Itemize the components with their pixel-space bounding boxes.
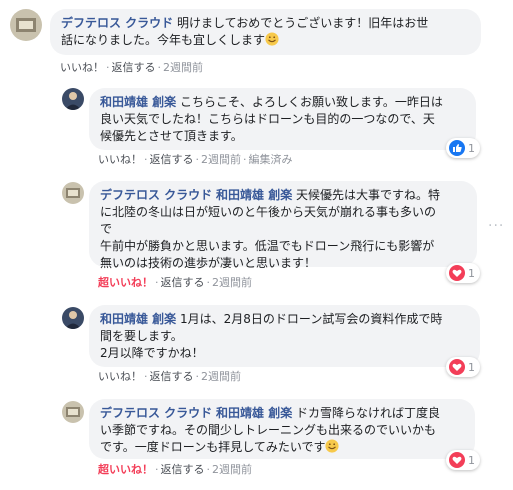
comment-actions: 超いいね！ · 返信する · 2週間前 xyxy=(98,463,252,476)
mention-link[interactable]: 和田靖雄 創楽 xyxy=(216,406,292,420)
comment-text: こちらこそ、よろしくお願い致します。一昨日は xyxy=(180,95,443,109)
comment-text: 間を要します。 xyxy=(100,329,183,343)
comment-text: 無いのは技術の進歩が凄いと思います！ xyxy=(100,256,317,270)
smile-emoji-icon xyxy=(325,439,340,453)
comment-actions: 超いいね！ · 返信する · 2週間前 xyxy=(98,276,252,289)
comment-text: い季節ですね。その間少しトレーニングも出来るのでいいかも xyxy=(100,423,437,437)
love-icon xyxy=(449,265,465,281)
like-button[interactable]: いいね！ xyxy=(98,370,142,383)
smile-emoji-icon xyxy=(265,32,279,46)
avatar-wada[interactable] xyxy=(62,307,84,329)
reaction-count: 1 xyxy=(468,360,475,374)
reply-button[interactable]: 返信する xyxy=(150,370,194,383)
reaction-count: 1 xyxy=(468,266,475,280)
more-options-icon[interactable]: ··· xyxy=(488,218,504,234)
love-button[interactable]: 超いいね！ xyxy=(98,276,153,289)
comment-bubble: デフテロス クラウド 和田靖雄 創楽 天候優先は大事ですね。特 に北陸の冬山は日… xyxy=(89,181,477,270)
comment-text: 2月以降ですかね！ xyxy=(100,346,204,360)
timestamp[interactable]: 2週間前 xyxy=(201,370,241,383)
comment-bubble: デフテロス クラウド 明けましておめでとうございます！旧年はお世 話になりました… xyxy=(50,9,481,55)
avatar-deuteros[interactable] xyxy=(62,182,84,204)
love-button[interactable]: 超いいね！ xyxy=(98,463,153,476)
mention-link[interactable]: 和田靖雄 創楽 xyxy=(216,188,292,202)
comment-bubble: 和田靖雄 創楽 こちらこそ、よろしくお願い致します。一昨日は 良い天気でしたね！… xyxy=(89,88,476,150)
comment-text: に北陸の冬山は日が短いのと午後から天気が崩れる事も多いの xyxy=(100,205,437,219)
avatar-deuteros[interactable] xyxy=(10,9,42,41)
comment-author[interactable]: デフテロス クラウド xyxy=(100,406,212,420)
timestamp[interactable]: 2週間前 xyxy=(201,153,241,166)
comment-author[interactable]: 和田靖雄 創楽 xyxy=(100,312,176,326)
comment-actions: いいね！ · 返信する · 2週間前 · 編集済み xyxy=(98,153,293,166)
reply-button[interactable]: 返信する xyxy=(161,276,205,289)
avatar-wada[interactable] xyxy=(62,88,84,110)
timestamp[interactable]: 2週間前 xyxy=(212,276,252,289)
like-button[interactable]: いいね！ xyxy=(60,61,104,74)
reply-button[interactable]: 返信する xyxy=(150,153,194,166)
comment-text: 午前中が勝負かと思います。低温でもドローン飛行にも影響が xyxy=(100,239,435,253)
comment-text: で xyxy=(100,222,113,236)
avatar-deuteros[interactable] xyxy=(62,401,84,423)
comment-text: です。一度ドローンも拝見してみたいです xyxy=(100,440,326,454)
reaction-badge[interactable]: 1 xyxy=(446,138,480,158)
timestamp[interactable]: 2週間前 xyxy=(163,61,203,74)
comment-author[interactable]: デフテロス クラウド xyxy=(100,188,212,202)
edited-label[interactable]: 編集済み xyxy=(249,153,293,166)
reaction-count: 1 xyxy=(468,141,475,155)
like-button[interactable]: いいね！ xyxy=(98,153,142,166)
comment-text: 候優先とさせて頂きます。 xyxy=(100,129,243,143)
comment-text: 1月は、2月8日のドローン試写会の資料作成で時 xyxy=(180,312,443,326)
reply-button[interactable]: 返信する xyxy=(112,61,156,74)
comment-actions: いいね！ · 返信する · 2週間前 xyxy=(60,61,203,74)
comment-actions: いいね！ · 返信する · 2週間前 xyxy=(98,370,241,383)
comment-text: 明けましておめでとうございます！旧年はお世 xyxy=(177,16,429,30)
comment-author[interactable]: デフテロス クラウド xyxy=(61,16,173,30)
comment-text: 話になりました。今年も宜しくします xyxy=(61,33,266,47)
reaction-badge[interactable]: 1 xyxy=(446,450,480,470)
reaction-count: 1 xyxy=(468,453,475,467)
love-icon xyxy=(449,359,465,375)
comment-bubble: デフテロス クラウド 和田靖雄 創楽 ドカ雪降らなければ丁度良 い季節ですね。そ… xyxy=(89,399,475,459)
love-icon xyxy=(449,452,465,468)
reply-button[interactable]: 返信する xyxy=(161,463,205,476)
reaction-badge[interactable]: 1 xyxy=(446,263,480,283)
reaction-badge[interactable]: 1 xyxy=(446,357,480,377)
comment-text: ドカ雪降らなければ丁度良 xyxy=(296,406,441,420)
comment-text: 天候優先は大事ですね。特 xyxy=(296,188,441,202)
timestamp[interactable]: 2週間前 xyxy=(212,463,252,476)
like-icon xyxy=(449,140,465,156)
comment-text: 良い天気でしたね！こちらはドローンも目的の一つなので、天 xyxy=(100,112,435,126)
comment-author[interactable]: 和田靖雄 創楽 xyxy=(100,95,176,109)
comment-bubble: 和田靖雄 創楽 1月は、2月8日のドローン試写会の資料作成で時 間を要します。 … xyxy=(89,305,480,367)
